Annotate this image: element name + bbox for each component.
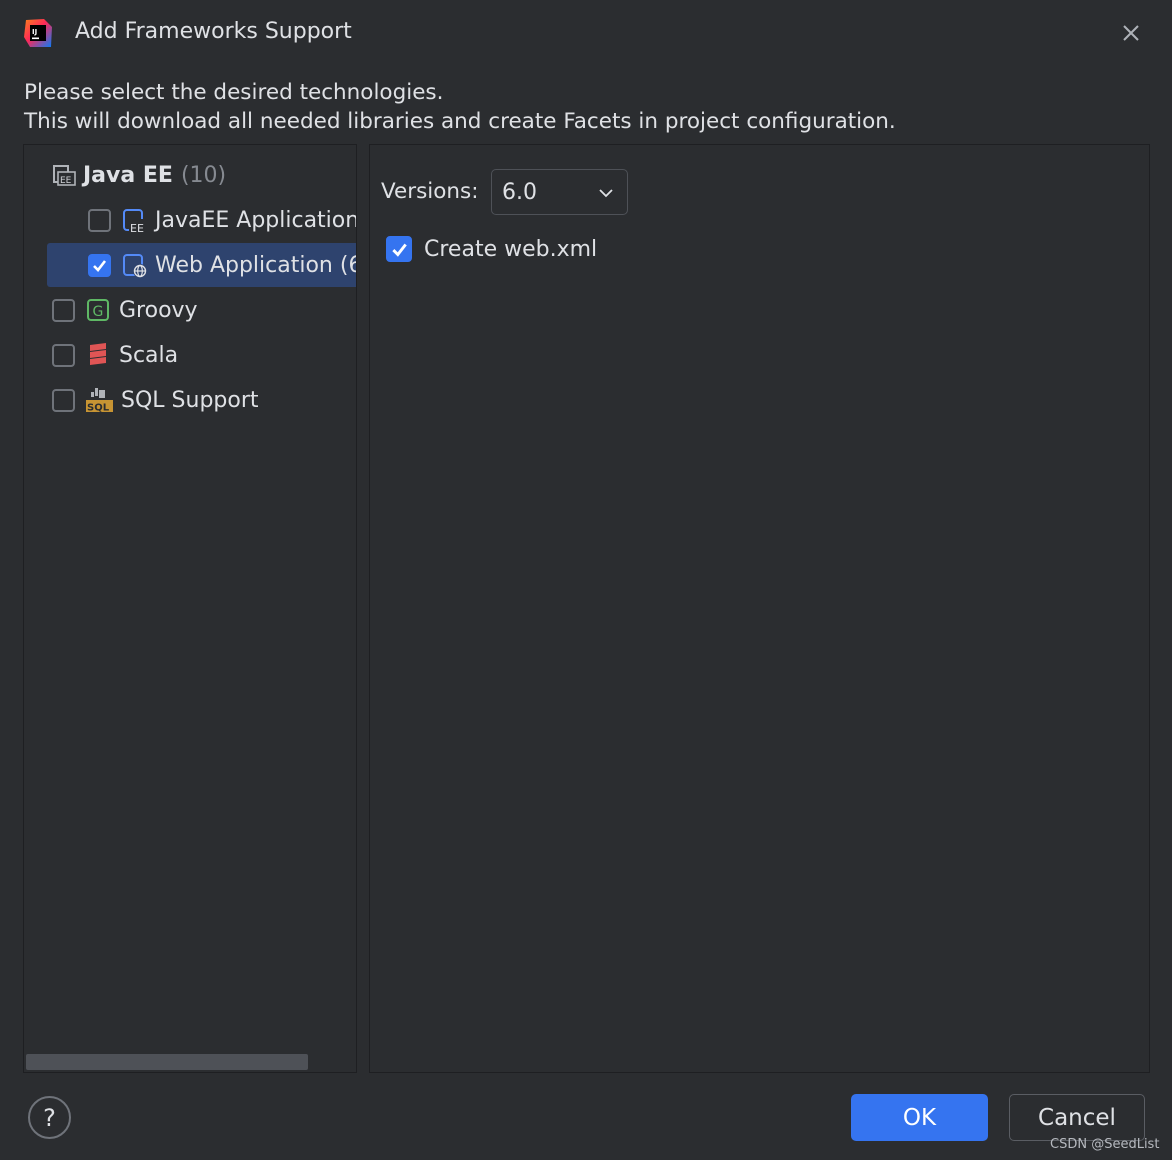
tree-item-sql-support[interactable]: SQL SQL Support xyxy=(52,378,259,422)
scala-icon xyxy=(85,342,111,368)
svg-text:IJ: IJ xyxy=(32,28,37,36)
create-webxml-checkbox[interactable] xyxy=(386,236,412,262)
description-line-1: Please select the desired technologies. xyxy=(24,80,444,105)
add-frameworks-dialog: IJ Add Frameworks Support Please select … xyxy=(0,0,1172,1160)
versions-selected-value: 6.0 xyxy=(502,180,537,205)
description-line-2: This will download all needed libraries … xyxy=(24,109,896,134)
cancel-button[interactable]: Cancel xyxy=(1009,1094,1145,1141)
tree-item-web-application[interactable]: Web Application (6 xyxy=(47,243,357,287)
tree-item-label: Scala xyxy=(119,342,179,368)
tree-item-scala[interactable]: Scala xyxy=(52,333,178,377)
sql-icon: SQL xyxy=(85,387,113,413)
tree-item-groovy[interactable]: G Groovy xyxy=(52,288,198,332)
sql-support-checkbox[interactable] xyxy=(52,388,75,412)
groovy-checkbox[interactable] xyxy=(52,298,75,322)
tree-item-label: Groovy xyxy=(119,297,198,323)
tree-item-label: Web Application (6 xyxy=(155,252,357,278)
dialog-title: Add Frameworks Support xyxy=(75,19,352,44)
framework-settings-panel: Versions: 6.0 Create web.xml xyxy=(369,144,1150,1073)
tree-item-javaee-application[interactable]: EE JavaEE Application xyxy=(88,198,357,242)
svg-text:G: G xyxy=(93,304,104,320)
web-application-icon xyxy=(121,252,147,278)
tree-item-label: JavaEE Application xyxy=(155,207,357,233)
tree-group-javaee[interactable]: EE Java EE (10) xyxy=(52,153,226,197)
ok-button[interactable]: OK xyxy=(851,1094,988,1141)
tree-group-count: (10) xyxy=(180,162,227,188)
javaee-folder-icon: EE xyxy=(52,162,78,188)
tree-group-label: Java EE xyxy=(83,162,173,188)
tree-item-label: SQL Support xyxy=(121,387,259,413)
scala-checkbox[interactable] xyxy=(52,343,75,367)
web-application-checkbox[interactable] xyxy=(88,253,111,277)
frameworks-tree: EE Java EE (10) EE JavaEE Application We… xyxy=(23,144,357,1073)
horizontal-scrollbar[interactable] xyxy=(26,1054,308,1070)
close-icon[interactable] xyxy=(1118,20,1144,46)
chevron-down-icon xyxy=(597,184,615,202)
svg-text:SQL: SQL xyxy=(87,403,110,414)
create-webxml-option[interactable]: Create web.xml xyxy=(386,236,597,262)
create-webxml-label: Create web.xml xyxy=(424,236,598,262)
versions-dropdown[interactable]: 6.0 xyxy=(491,169,628,215)
versions-label: Versions: xyxy=(381,179,479,204)
groovy-icon: G xyxy=(85,297,111,323)
svg-text:EE: EE xyxy=(130,222,144,233)
svg-text:EE: EE xyxy=(60,176,72,186)
javaee-application-icon: EE xyxy=(121,207,147,233)
title-bar: IJ Add Frameworks Support xyxy=(0,0,1172,66)
help-button[interactable]: ? xyxy=(28,1096,71,1139)
intellij-idea-icon: IJ xyxy=(22,17,54,49)
watermark-text: CSDN @SeedList xyxy=(1050,1137,1160,1152)
javaee-application-checkbox[interactable] xyxy=(88,208,111,232)
